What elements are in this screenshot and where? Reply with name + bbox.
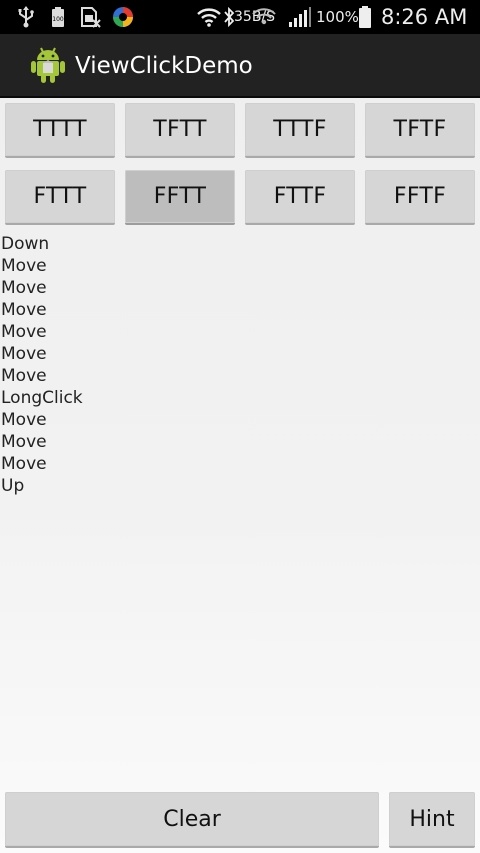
button-tttf[interactable]: TTTF	[245, 103, 355, 158]
hotspot-icon	[250, 0, 278, 34]
button-fftf[interactable]: FFTF	[365, 170, 475, 225]
hint-button[interactable]: Hint	[389, 792, 475, 848]
log-entry: Move	[1, 256, 47, 276]
log-entry: Move	[1, 300, 47, 320]
main-content: TTTT TFTT TTTF TFTF FTTT FFTT FTTF FFTF …	[0, 98, 480, 853]
battery-icon	[357, 0, 373, 34]
log-entry: Up	[1, 476, 25, 496]
button-fttf[interactable]: FTTF	[245, 170, 355, 225]
button-fttt[interactable]: FTTT	[5, 170, 115, 225]
status-bar: 100 35B/S 100% 8:26 AM	[0, 0, 480, 34]
button-tftf[interactable]: TFTF	[365, 103, 475, 158]
log-entry: Down	[1, 234, 50, 254]
signal-icon	[287, 0, 313, 34]
log-entry: Move	[1, 344, 47, 364]
svg-text:100: 100	[52, 16, 64, 23]
log-entry: Move	[1, 432, 47, 452]
button-tftt[interactable]: TFTT	[125, 103, 235, 158]
clock: 8:26 AM	[381, 5, 468, 29]
battery-percent: 100%	[316, 8, 359, 26]
action-bar: ViewClickDemo	[0, 34, 480, 98]
log-entry: LongClick	[1, 388, 83, 408]
sim-blocked-icon	[78, 0, 102, 34]
app-notification-icon	[110, 0, 136, 34]
android-icon[interactable]	[30, 46, 66, 84]
event-log: Down Move Move Move Move Move Move LongC…	[1, 233, 83, 497]
app-title: ViewClickDemo	[75, 53, 253, 79]
log-entry: Move	[1, 278, 47, 298]
usb-icon	[14, 0, 38, 34]
log-entry: Move	[1, 410, 47, 430]
log-entry: Move	[1, 366, 47, 386]
log-entry: Move	[1, 454, 47, 474]
log-entry: Move	[1, 322, 47, 342]
wifi-icon	[196, 0, 222, 34]
button-tttt[interactable]: TTTT	[5, 103, 115, 158]
battery-saver-icon: 100	[48, 0, 68, 34]
clear-button[interactable]: Clear	[5, 792, 379, 848]
button-fftt[interactable]: FFTT	[125, 170, 235, 225]
